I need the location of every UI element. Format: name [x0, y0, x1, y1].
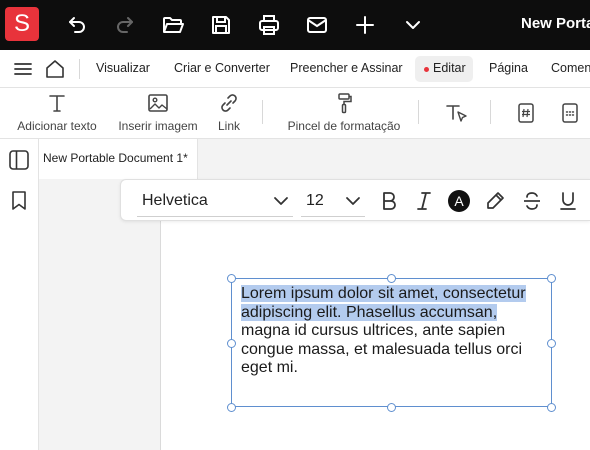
left-panel — [0, 139, 39, 450]
italic-icon[interactable] — [412, 189, 436, 213]
add-text-button[interactable]: Adicionar texto — [14, 92, 100, 133]
menu-pagina[interactable]: Página — [489, 61, 528, 75]
link-label: Link — [217, 119, 240, 133]
link-button[interactable]: Link — [211, 92, 247, 133]
highlight-pen-icon[interactable] — [483, 189, 507, 213]
unselected-text: magna id cursus ultrices, ante sapien co… — [241, 322, 523, 376]
header-footer-button[interactable] — [514, 102, 538, 124]
mail-icon[interactable] — [305, 13, 329, 37]
tab-document-label: New Portable Document 1* — [43, 151, 188, 165]
format-painter-button[interactable]: Pincel de formatação — [284, 92, 404, 133]
text-select-tool-button[interactable] — [445, 102, 469, 124]
pdf-editor-window: S New Portable Document 1 — [0, 0, 590, 450]
active-indicator-dot — [424, 67, 429, 72]
open-folder-icon[interactable] — [161, 13, 185, 37]
resize-handle[interactable] — [227, 403, 236, 412]
bookmark-icon[interactable] — [8, 189, 30, 211]
add-text-label: Adicionar texto — [17, 119, 97, 133]
redo-icon[interactable] — [113, 13, 137, 37]
save-icon[interactable] — [209, 13, 233, 37]
menu-preencher-e-assinar[interactable]: Preencher e Assinar — [290, 61, 403, 75]
menu-comentario[interactable]: Comentário — [551, 61, 590, 75]
image-icon — [148, 94, 168, 112]
paint-roller-icon — [338, 93, 352, 114]
edit-ribbon: Adicionar texto Inserir imagem Link Pinc… — [0, 88, 590, 139]
app-logo[interactable]: S — [5, 7, 39, 41]
bold-icon[interactable] — [377, 189, 401, 213]
menu-bar: Visualizar Criar e Converter Preencher e… — [0, 50, 590, 88]
menu-divider — [79, 59, 80, 79]
menu-editar[interactable]: Editar — [433, 61, 466, 75]
ribbon-divider — [262, 100, 263, 124]
hash-page-icon — [518, 103, 534, 123]
selected-text: Lorem ipsum dolor sit amet, consectetur … — [241, 285, 526, 321]
font-size-select[interactable]: 12 — [301, 185, 365, 217]
undo-icon[interactable] — [65, 13, 89, 37]
chevron-down-icon — [274, 197, 288, 205]
insert-image-button[interactable]: Inserir imagem — [116, 92, 200, 133]
text-color-letter: A — [454, 193, 464, 209]
resize-handle[interactable] — [547, 403, 556, 412]
menu-visualizar[interactable]: Visualizar — [96, 61, 150, 75]
menu-criar-e-converter[interactable]: Criar e Converter — [174, 61, 270, 75]
font-family-select[interactable]: Helvetica — [137, 185, 293, 217]
home-icon[interactable] — [44, 58, 66, 80]
font-size-value: 12 — [306, 192, 324, 209]
document-title: New Portable Document 1 — [521, 15, 590, 32]
resize-handle[interactable] — [387, 274, 396, 283]
strikethrough-icon[interactable] — [520, 189, 544, 213]
resize-handle[interactable] — [227, 274, 236, 283]
resize-handle[interactable] — [547, 274, 556, 283]
dotted-page-icon — [562, 103, 578, 123]
title-bar: S New Portable Document 1 — [0, 0, 590, 50]
resize-handle[interactable] — [547, 339, 556, 348]
print-icon[interactable] — [257, 13, 281, 37]
resize-handle[interactable] — [227, 339, 236, 348]
text-color-icon[interactable]: A — [447, 189, 471, 213]
text-cursor-icon — [446, 105, 467, 122]
hamburger-menu-icon[interactable] — [12, 58, 34, 80]
chevron-down-icon — [346, 197, 360, 205]
resize-handle[interactable] — [387, 403, 396, 412]
text-format-toolbar: Helvetica 12 A — [120, 179, 590, 221]
tab-document[interactable]: New Portable Document 1* — [39, 139, 198, 179]
ribbon-divider — [418, 100, 419, 124]
font-family-value: Helvetica — [142, 192, 208, 209]
link-icon — [221, 94, 237, 112]
text-box-content[interactable]: Lorem ipsum dolor sit amet, consectetur … — [241, 285, 536, 378]
watermark-button[interactable] — [558, 102, 582, 124]
panel-toggle-icon[interactable] — [8, 149, 30, 171]
chevron-down-icon[interactable] — [401, 13, 425, 37]
add-icon[interactable] — [353, 13, 377, 37]
underline-icon[interactable] — [556, 189, 580, 213]
format-painter-label: Pincel de formatação — [287, 119, 401, 133]
text-t-icon — [49, 95, 65, 112]
insert-image-label: Inserir imagem — [118, 119, 198, 133]
ribbon-divider — [490, 100, 491, 124]
